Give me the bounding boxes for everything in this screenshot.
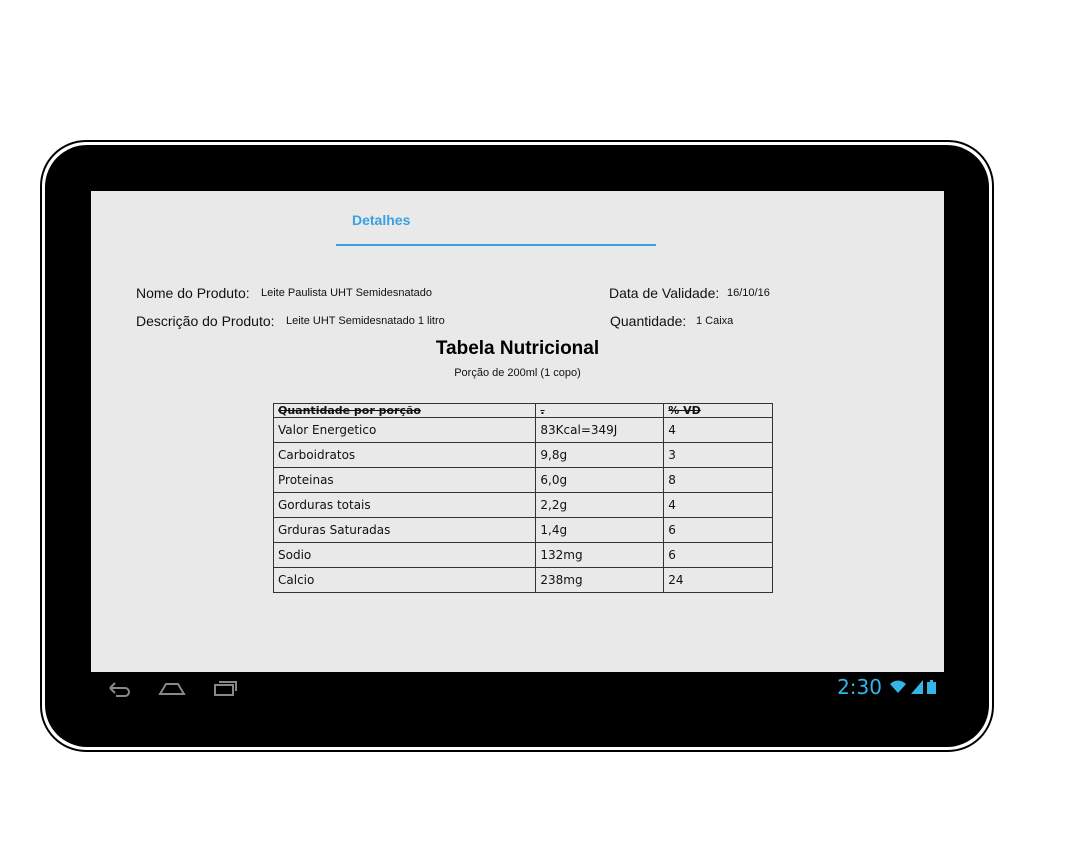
table-row: Grduras Saturadas 1,4g 6 [272,517,773,543]
screen: Detalhes Nome do Produto: Leite Paulista… [91,191,944,703]
table-row: Proteinas 6,0g 8 [272,467,773,493]
nutrient-amount: 238mg [535,567,665,593]
nutrient-amount: 9,8g [535,442,665,468]
clock: 2:30 [837,675,882,699]
table-row: Sodio 132mg 6 [272,542,773,568]
nutrient-amount: 83Kcal=349J [535,417,665,443]
nutrient-name: Calcio [272,567,537,593]
wifi-icon [890,680,907,693]
status-icons [890,680,936,699]
product-name-label: Nome do Produto: [136,285,250,301]
table-row: Calcio 238mg 24 [272,567,773,593]
battery-icon [927,680,936,694]
nutrient-name: Gorduras totais [272,492,537,518]
nutrient-amount: 1,4g [535,517,665,543]
nutrient-vd: 6 [663,517,773,543]
tab-detalhes[interactable]: Detalhes [336,191,656,246]
nutrient-vd: 6 [663,542,773,568]
nutrient-vd: 3 [663,442,773,468]
nutrition-table: Quantidade por porção . % VD Valor Energ… [272,403,773,593]
nutrient-amount: 2,2g [535,492,665,518]
header-cell-amount: . [535,403,665,418]
portion-text: Porção de 200ml (1 copo) [454,367,581,379]
nutrient-vd: 4 [663,492,773,518]
recent-apps-icon[interactable] [212,679,238,702]
quantity-value: 1 Caixa [696,315,734,327]
tab-label: Detalhes [352,212,411,228]
nutrient-name: Carboidratos [272,442,537,468]
signal-icon [910,680,923,694]
nutrient-vd: 8 [663,467,773,493]
quantity-label: Quantidade: [610,313,687,329]
header-cell-quantity: Quantidade por porção [272,403,537,418]
nutrient-amount: 132mg [535,542,665,568]
nutrient-name: Grduras Saturadas [272,517,537,543]
header-cell-vd: % VD [663,403,773,418]
home-icon[interactable] [158,679,186,702]
nutrient-name: Proteinas [272,467,537,493]
table-row: Carboidratos 9,8g 3 [272,442,773,468]
table-row: Valor Energetico 83Kcal=349J 4 [272,417,773,443]
nutrient-vd: 4 [663,417,773,443]
product-name-value: Leite Paulista UHT Semidesnatado [261,287,433,299]
product-description-label: Descrição do Produto: [136,313,275,329]
product-description-value: Leite UHT Semidesnatado 1 litro [286,315,445,327]
nutrient-name: Sodio [272,542,537,568]
nutrient-amount: 6,0g [535,467,665,493]
expiry-date-value: 16/10/16 [727,287,770,299]
nutrition-title: Tabela Nutricional [435,338,600,359]
table-header-row: Quantidade por porção . % VD [272,403,773,418]
system-nav-bar: 2:30 [91,672,944,703]
expiry-date-label: Data de Validade: [609,285,720,301]
nutrient-vd: 24 [663,567,773,593]
back-icon[interactable] [106,679,132,702]
nutrient-name: Valor Energetico [272,417,537,443]
table-row: Gorduras totais 2,2g 4 [272,492,773,518]
